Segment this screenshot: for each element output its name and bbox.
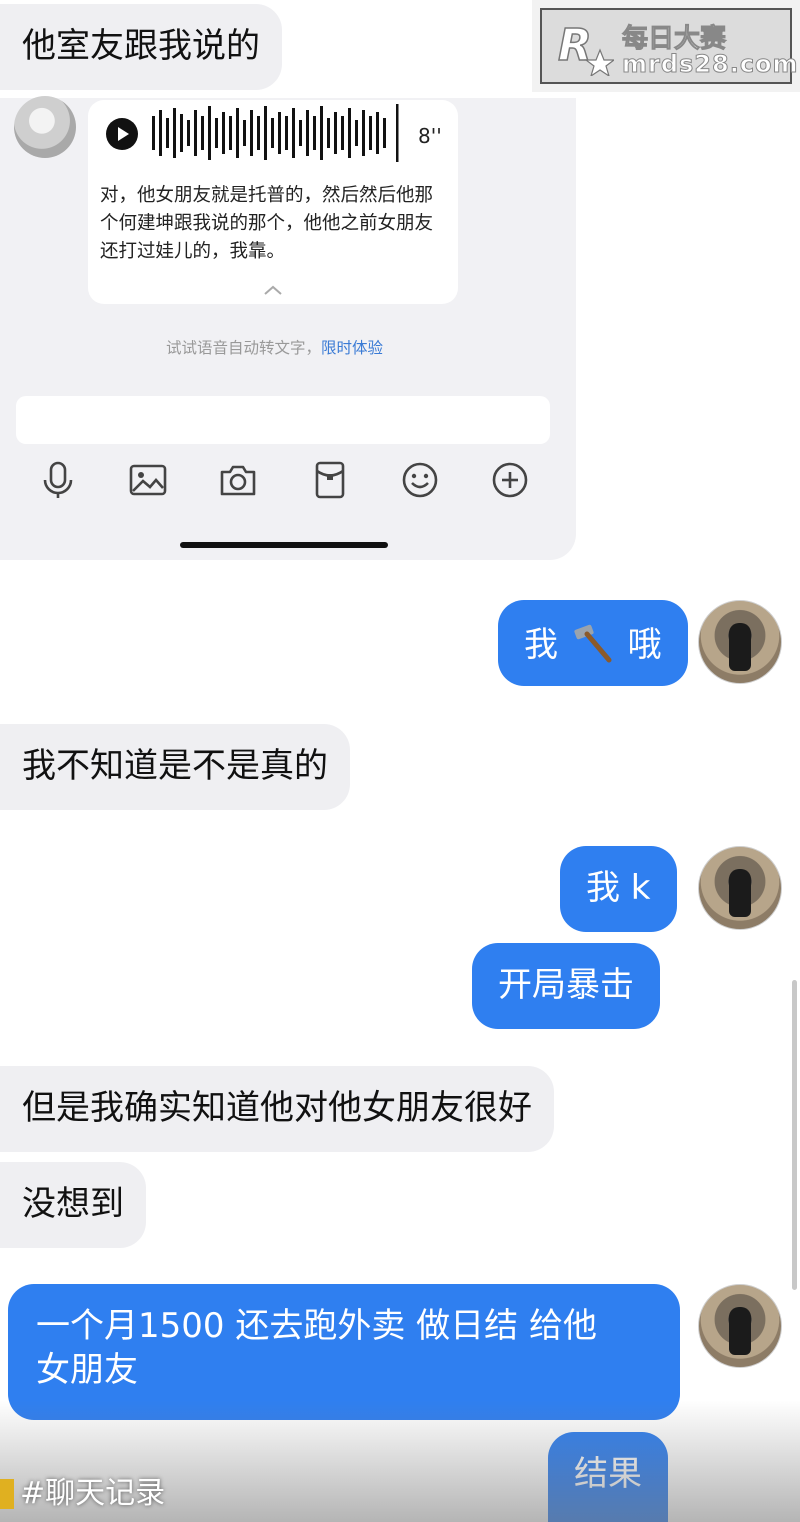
message-text: 但是我确实知道他对他女朋友很好 [22,1088,532,1128]
watermark-box: R 每日大赛 mrds28.com [540,8,798,84]
hashtag-marker [0,1479,14,1509]
incoming-message[interactable]: 我不知道是不是真的 [0,724,350,810]
scrollbar[interactable] [792,980,797,1290]
message-text: 没想到 [22,1184,124,1224]
watermark-url: mrds28.com [622,50,799,79]
hammer-icon [574,624,612,663]
voice-hint: 试试语音自动转文字，限时体验 [166,336,383,358]
plus-icon[interactable] [488,458,532,502]
message-text-part: 哦 [627,625,662,665]
emoji-icon[interactable] [398,458,442,502]
incoming-message[interactable]: 但是我确实知道他对他女朋友很好 [0,1066,554,1152]
hashtag-text: #聊天记录 [20,1476,166,1511]
voice-duration: 8'' [418,124,442,148]
outgoing-message[interactable]: 一个月1500 还去跑外卖 做日结 给他 女朋友 [8,1284,680,1420]
user-avatar[interactable] [698,846,782,930]
chevron-up-icon[interactable] [263,284,283,296]
outgoing-message[interactable]: 我 哦 [498,600,688,686]
text-input-bar[interactable] [16,396,550,444]
message-text: 开局暴击 [498,965,634,1005]
message-text: 结果 [574,1454,642,1494]
message-text-line: 女朋友 [36,1350,138,1390]
logo-icon: R [557,19,614,76]
microphone-icon[interactable] [36,458,80,502]
outgoing-message[interactable]: 开局暴击 [472,943,660,1029]
red-packet-icon[interactable] [308,458,352,502]
home-indicator [180,542,388,548]
message-text-line: 一个月1500 还去跑外卖 做日结 给他 [36,1306,597,1346]
user-avatar[interactable] [698,600,782,684]
voice-hint-link[interactable]: 限时体验 [321,339,383,357]
outgoing-message[interactable]: 我 k [560,846,677,932]
contact-avatar [14,96,76,158]
hashtag-label[interactable]: #聊天记录 [0,1468,165,1512]
message-text: 他室友跟我说的 [22,26,260,66]
incoming-message[interactable]: 他室友跟我说的 [0,4,282,90]
image-icon[interactable] [126,458,170,502]
voice-hint-text: 试试语音自动转文字， [166,339,322,357]
message-text-part: 我 [524,625,558,665]
waveform-icon [152,104,399,162]
logo-letter: R [558,20,592,71]
play-icon[interactable] [106,118,138,150]
user-avatar[interactable] [698,1284,782,1368]
outgoing-message[interactable]: 结果 [548,1432,668,1522]
voice-transcript: 对，他女朋友就是托普的，然后然后他那个何建坤跟我说的那个，他他之前女朋友还打过娃… [100,185,434,262]
message-text: 我 k [586,868,651,908]
incoming-message[interactable]: 没想到 [0,1162,146,1248]
camera-icon[interactable] [216,458,260,502]
message-text: 我不知道是不是真的 [22,746,328,786]
